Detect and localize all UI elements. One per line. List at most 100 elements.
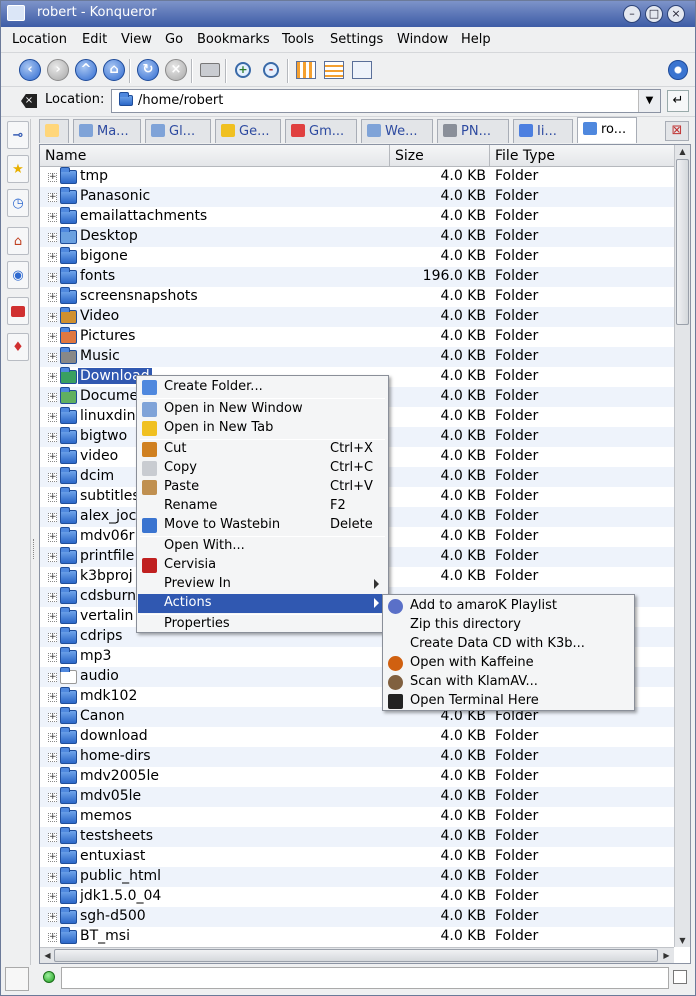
expand-icon[interactable]: + [48,413,57,422]
tab-5[interactable]: We... [361,119,433,143]
file-row[interactable]: + memos 4.0 KB Folder [40,807,674,827]
expand-icon[interactable]: + [48,233,57,242]
sidebar-bookmarks-button[interactable]: ★ [7,155,29,183]
minimize-icon[interactable]: – [623,5,641,23]
expand-icon[interactable]: + [48,573,57,582]
context-menu-item-cut[interactable]: Cut Ctrl+X [138,440,387,459]
expand-icon[interactable]: + [48,453,57,462]
expand-icon[interactable]: + [48,513,57,522]
file-row[interactable]: + BT_msi 4.0 KB Folder [40,927,674,947]
home-button[interactable]: ⌂ [101,57,127,83]
expand-icon[interactable]: + [48,393,57,402]
context-menu-item-move-to-wastebin[interactable]: Move to Wastebin Delete [138,516,387,535]
link-view-checkbox[interactable] [673,970,687,984]
scroll-right-arrow[interactable]: ▶ [660,949,673,962]
sidebar-network-button[interactable]: ◉ [7,261,29,289]
context-menu-item-open-in-new-window[interactable]: Open in New Window [138,400,387,419]
scroll-down-arrow[interactable]: ▼ [676,934,689,947]
menu-bookmarks[interactable]: Bookmarks [197,32,270,47]
expand-icon[interactable]: + [48,213,57,222]
expand-icon[interactable]: + [48,893,57,902]
close-tab-button[interactable]: ⊠ [665,121,689,141]
expand-icon[interactable]: + [48,793,57,802]
expand-icon[interactable]: + [48,553,57,562]
expand-icon[interactable]: + [48,773,57,782]
tree-view-button[interactable] [321,57,347,83]
expand-icon[interactable]: + [48,293,57,302]
new-tab-button[interactable] [39,119,69,143]
file-row[interactable]: + bigone 4.0 KB Folder [40,247,674,267]
file-row[interactable]: + jdk1.5.0_04 4.0 KB Folder [40,887,674,907]
expand-icon[interactable]: + [48,313,57,322]
zoom-in-button[interactable]: + [230,57,256,83]
context-menu-item-rename[interactable]: Rename F2 [138,497,387,516]
scroll-up-arrow[interactable]: ▲ [676,145,689,158]
print-button[interactable] [197,57,223,83]
sidebar-home-button[interactable]: ⌂ [7,227,29,255]
expand-icon[interactable]: + [48,613,57,622]
file-row[interactable]: + download 4.0 KB Folder [40,727,674,747]
expand-icon[interactable]: + [48,653,57,662]
icon-view-button[interactable] [293,57,319,83]
actions-menu-item-open-with-kaffeine[interactable]: Open with Kaffeine [384,654,633,673]
horizontal-scrollbar[interactable]: ◀ ▶ [40,947,674,963]
file-row[interactable]: + mdv05le 4.0 KB Folder [40,787,674,807]
tab-2[interactable]: Gl... [145,119,211,143]
file-row[interactable]: + Video 4.0 KB Folder [40,307,674,327]
actions-menu-item-open-terminal-here[interactable]: Open Terminal Here [384,692,633,711]
sidebar-services-button[interactable]: ♦ [7,333,29,361]
tab-1[interactable]: Ma... [73,119,141,143]
expand-icon[interactable]: + [48,473,57,482]
file-row[interactable]: + mdv2005le 4.0 KB Folder [40,767,674,787]
preview-view-button[interactable] [349,57,375,83]
file-row[interactable]: + sgh-d500 4.0 KB Folder [40,907,674,927]
expand-icon[interactable]: + [48,333,57,342]
expand-icon[interactable]: + [48,813,57,822]
stop-button[interactable]: × [163,57,189,83]
title-bar[interactable]: robert - Konqueror – □ × [1,1,695,27]
file-row[interactable]: + testsheets 4.0 KB Folder [40,827,674,847]
expand-icon[interactable]: + [48,593,57,602]
actions-menu-item-scan-with-klamav[interactable]: Scan with KlamAV... [384,673,633,692]
context-menu-item-copy[interactable]: Copy Ctrl+C [138,459,387,478]
expand-icon[interactable]: + [48,833,57,842]
expand-icon[interactable]: + [48,533,57,542]
file-row[interactable]: + emailattachments 4.0 KB Folder [40,207,674,227]
file-row[interactable]: + public_html 4.0 KB Folder [40,867,674,887]
context-menu-item-properties[interactable]: Properties [138,615,387,634]
expand-icon[interactable]: + [48,693,57,702]
context-menu-item-cervisia[interactable]: Cervisia [138,556,387,575]
expand-icon[interactable]: + [48,913,57,922]
expand-icon[interactable]: + [48,673,57,682]
expand-icon[interactable]: + [48,193,57,202]
status-toggle-box[interactable] [5,967,29,991]
sidebar-history-button[interactable]: ◷ [7,189,29,217]
expand-icon[interactable]: + [48,873,57,882]
menu-window[interactable]: Window [397,32,448,47]
close-icon[interactable]: × [667,5,685,23]
file-row[interactable]: + Pictures 4.0 KB Folder [40,327,674,347]
menu-edit[interactable]: Edit [82,32,107,47]
context-menu-item-create-folder[interactable]: Create Folder... [138,378,387,397]
maximize-icon[interactable]: □ [645,5,663,23]
file-row[interactable]: + home-dirs 4.0 KB Folder [40,747,674,767]
expand-icon[interactable]: + [48,733,57,742]
sidebar-resize-handle[interactable] [33,539,37,559]
tab-7[interactable]: Ii... [513,119,573,143]
tab-4[interactable]: Gm... [285,119,357,143]
forward-button[interactable]: › [45,57,71,83]
file-row[interactable]: + Panasonic 4.0 KB Folder [40,187,674,207]
expand-icon[interactable]: + [48,753,57,762]
context-menu-item-preview-in[interactable]: Preview In [138,575,387,594]
file-row[interactable]: + Desktop 4.0 KB Folder [40,227,674,247]
expand-icon[interactable]: + [48,353,57,362]
context-menu-item-actions[interactable]: Actions [138,594,387,613]
reload-button[interactable]: ↻ [135,57,161,83]
expand-icon[interactable]: + [48,713,57,722]
column-name[interactable]: Name [40,145,390,167]
menu-settings[interactable]: Settings [330,32,383,47]
expand-icon[interactable]: + [48,633,57,642]
file-row[interactable]: + tmp 4.0 KB Folder [40,167,674,187]
tab-6[interactable]: PN... [437,119,509,143]
actions-menu-item-add-to-amarok-playlist[interactable]: Add to amaroK Playlist [384,597,633,616]
